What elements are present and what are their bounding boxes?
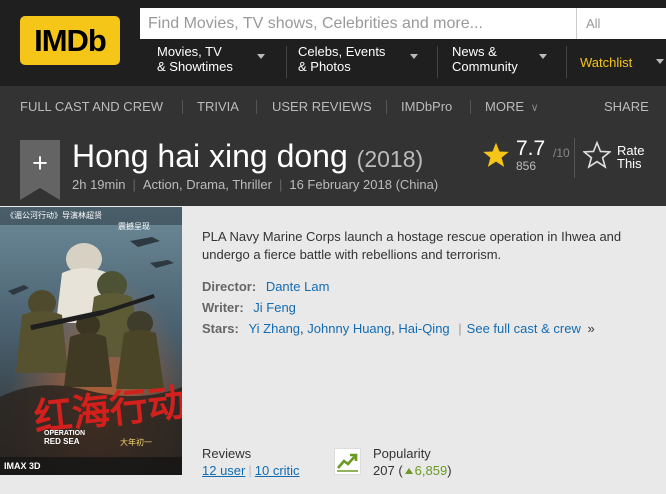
poster-title-en-line2: RED SEA	[44, 437, 80, 446]
search-divider	[576, 8, 577, 39]
title-year[interactable]: (2018)	[357, 146, 423, 172]
stars-divider: |	[458, 321, 462, 336]
credit-writer: Writer: Ji Feng	[202, 300, 296, 315]
meta-divider: |	[132, 177, 136, 192]
subnav-divider	[470, 100, 471, 114]
nav-news-line2: Community	[452, 59, 518, 74]
star-outline-icon[interactable]	[583, 141, 611, 169]
nav-divider	[566, 46, 567, 78]
writer-link[interactable]: Ji Feng	[253, 300, 296, 315]
writer-label: Writer:	[202, 300, 244, 315]
subnav-imdbpro[interactable]: IMDbPro	[401, 100, 452, 114]
subnav-user-reviews[interactable]: USER REVIEWS	[272, 100, 372, 114]
popularity-block: Popularity 207 (6,859)	[373, 446, 452, 478]
subnav-share[interactable]: SHARE	[604, 100, 649, 114]
search-bar: All	[140, 8, 666, 39]
page-title: Hong hai xing dong (2018)	[72, 138, 423, 177]
credit-stars: Stars: Yi Zhang, Johnny Huang, Hai-Qing …	[202, 321, 595, 336]
nav-watchlist-label: Watchlist	[580, 55, 633, 70]
popularity-heading: Popularity	[373, 446, 431, 461]
title-header: + Hong hai xing dong (2018) 2h 19min | Act…	[0, 126, 666, 206]
nav-news-community[interactable]: News & Community	[452, 44, 552, 80]
rate-this-button[interactable]: Rate This	[617, 144, 657, 170]
plot-summary: PLA Navy Marine Corps launch a hostage r…	[202, 229, 622, 262]
subnav-divider	[256, 100, 257, 114]
subnav-more[interactable]: MORE ∨	[485, 100, 539, 115]
reviews-block: Reviews 12 user | 10 critic	[202, 446, 300, 478]
see-full-cast-arrow: »	[587, 321, 595, 336]
rating-votes[interactable]: 856	[516, 159, 536, 173]
chevron-down-icon	[539, 54, 547, 59]
chevron-down-icon	[410, 54, 418, 59]
popularity-open-paren: (	[398, 463, 403, 478]
poster-artwork: 《湄公河行动》导演林超贤 震撼呈现 红海行动 OPERATION RED SEA…	[0, 207, 182, 475]
reviews-divider: |	[248, 463, 252, 478]
rate-label-line2: This	[617, 156, 642, 171]
star-link[interactable]: Hai-Qing	[398, 321, 449, 336]
user-reviews-link[interactable]: 12 user	[202, 463, 245, 478]
subnav-trivia[interactable]: TRIVIA	[197, 100, 239, 114]
runtime: 2h 19min	[72, 177, 126, 192]
reviews-links: 12 user | 10 critic	[202, 463, 300, 478]
double-chevron-down-icon: ∨	[530, 102, 539, 114]
subnav-more-label: MORE	[485, 99, 524, 114]
nav-divider	[437, 46, 438, 78]
trending-up-icon	[334, 448, 361, 475]
movie-poster[interactable]: 《湄公河行动》导演林超贤 震撼呈现 红海行动 OPERATION RED SEA…	[0, 207, 182, 475]
poster-tagline: 《湄公河行动》导演林超贤	[6, 210, 102, 220]
plus-icon: +	[32, 148, 48, 178]
star-link[interactable]: Yi Zhang	[248, 321, 300, 336]
nav-celebs-events[interactable]: Celebs, Events & Photos	[298, 44, 428, 80]
add-to-watchlist-ribbon[interactable]: +	[20, 140, 60, 200]
meta-divider: |	[278, 177, 283, 192]
star-icon	[483, 142, 509, 167]
release-date[interactable]: 16 February 2018 (China)	[289, 177, 438, 192]
nav-celebs-line1: Celebs, Events	[298, 44, 386, 59]
nav-movies-tv[interactable]: Movies, TV & Showtimes	[157, 44, 277, 80]
director-label: Director:	[202, 279, 257, 294]
nav-celebs-line2: & Photos	[298, 59, 351, 74]
chevron-down-icon	[656, 59, 664, 64]
nav-movies-tv-line2: & Showtimes	[157, 59, 233, 74]
reviews-heading: Reviews	[202, 446, 252, 461]
chevron-down-icon	[257, 54, 265, 59]
subnav-divider	[182, 100, 183, 114]
star-link[interactable]: Johnny Huang	[307, 321, 391, 336]
title-subnav: FULL CAST AND CREW TRIVIA USER REVIEWS I…	[0, 86, 666, 126]
popularity-rank: 207	[373, 463, 395, 478]
popularity-delta: 6,859	[414, 463, 448, 478]
rating-divider	[574, 138, 575, 178]
director-link[interactable]: Dante Lam	[266, 279, 330, 294]
nav-divider	[286, 46, 287, 78]
popularity-value[interactable]: 207 (6,859)	[373, 463, 452, 478]
credit-director: Director: Dante Lam	[202, 279, 329, 294]
poster-tagline2: 震撼呈现	[118, 221, 150, 231]
poster-imax: IMAX 3D	[4, 461, 41, 471]
search-category-select[interactable]: All	[586, 8, 600, 39]
arrow-up-icon	[404, 468, 413, 475]
subnav-divider	[386, 100, 387, 114]
rating-value: 7.7	[516, 137, 546, 160]
popularity-close-paren: )	[447, 463, 452, 478]
title-name: Hong hai xing dong	[72, 138, 348, 174]
poster-title-en-line1: OPERATION	[44, 430, 85, 437]
nav-news-line1: News &	[452, 44, 497, 59]
poster-date: 大年初一	[120, 437, 152, 447]
top-navbar: IMDb All Movies, TV & Showtimes Celebs, …	[0, 0, 666, 86]
subnav-full-cast[interactable]: FULL CAST AND CREW	[20, 100, 163, 114]
stars-label: Stars:	[202, 321, 239, 336]
genres[interactable]: Action, Drama, Thriller	[143, 177, 272, 192]
rating-max: /10	[553, 146, 570, 160]
see-full-cast-link[interactable]: See full cast & crew	[467, 321, 581, 336]
imdb-logo[interactable]: IMDb	[20, 16, 120, 65]
search-input[interactable]	[140, 8, 576, 39]
critic-reviews-link[interactable]: 10 critic	[255, 463, 300, 478]
title-meta: 2h 19min | Action, Drama, Thriller | 16 Febr…	[72, 178, 438, 192]
